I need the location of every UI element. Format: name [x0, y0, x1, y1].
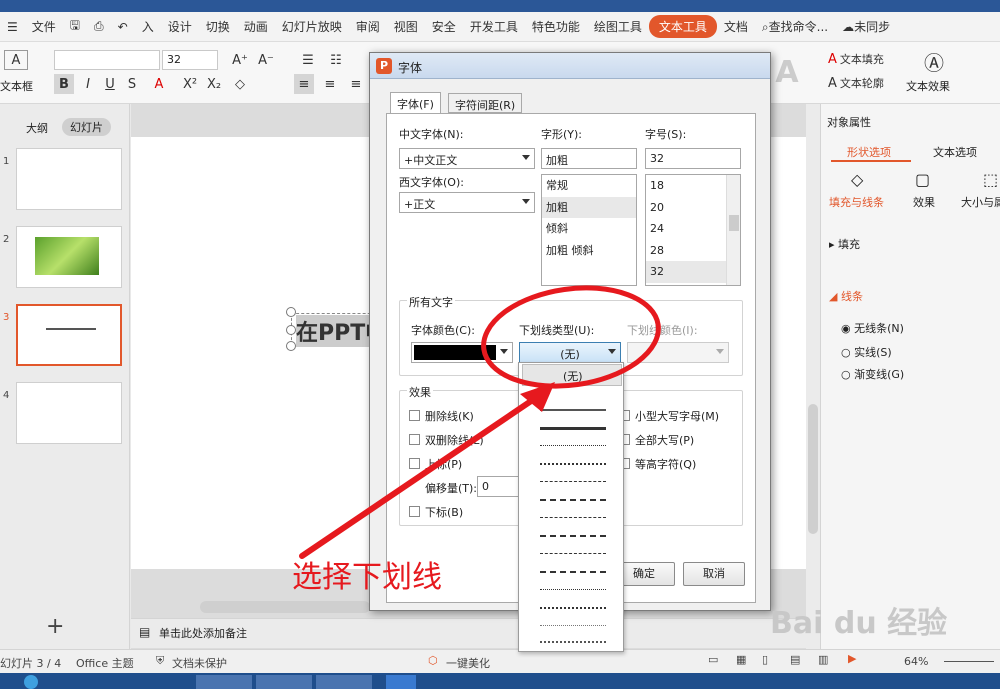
highlight-ellipse	[481, 285, 661, 389]
annotation-text: 选择下划线	[292, 560, 442, 595]
annotation-overlay	[299, 285, 661, 559]
baidu-watermark: Bai du 经验	[770, 606, 948, 641]
arrow-shaft	[299, 392, 543, 559]
